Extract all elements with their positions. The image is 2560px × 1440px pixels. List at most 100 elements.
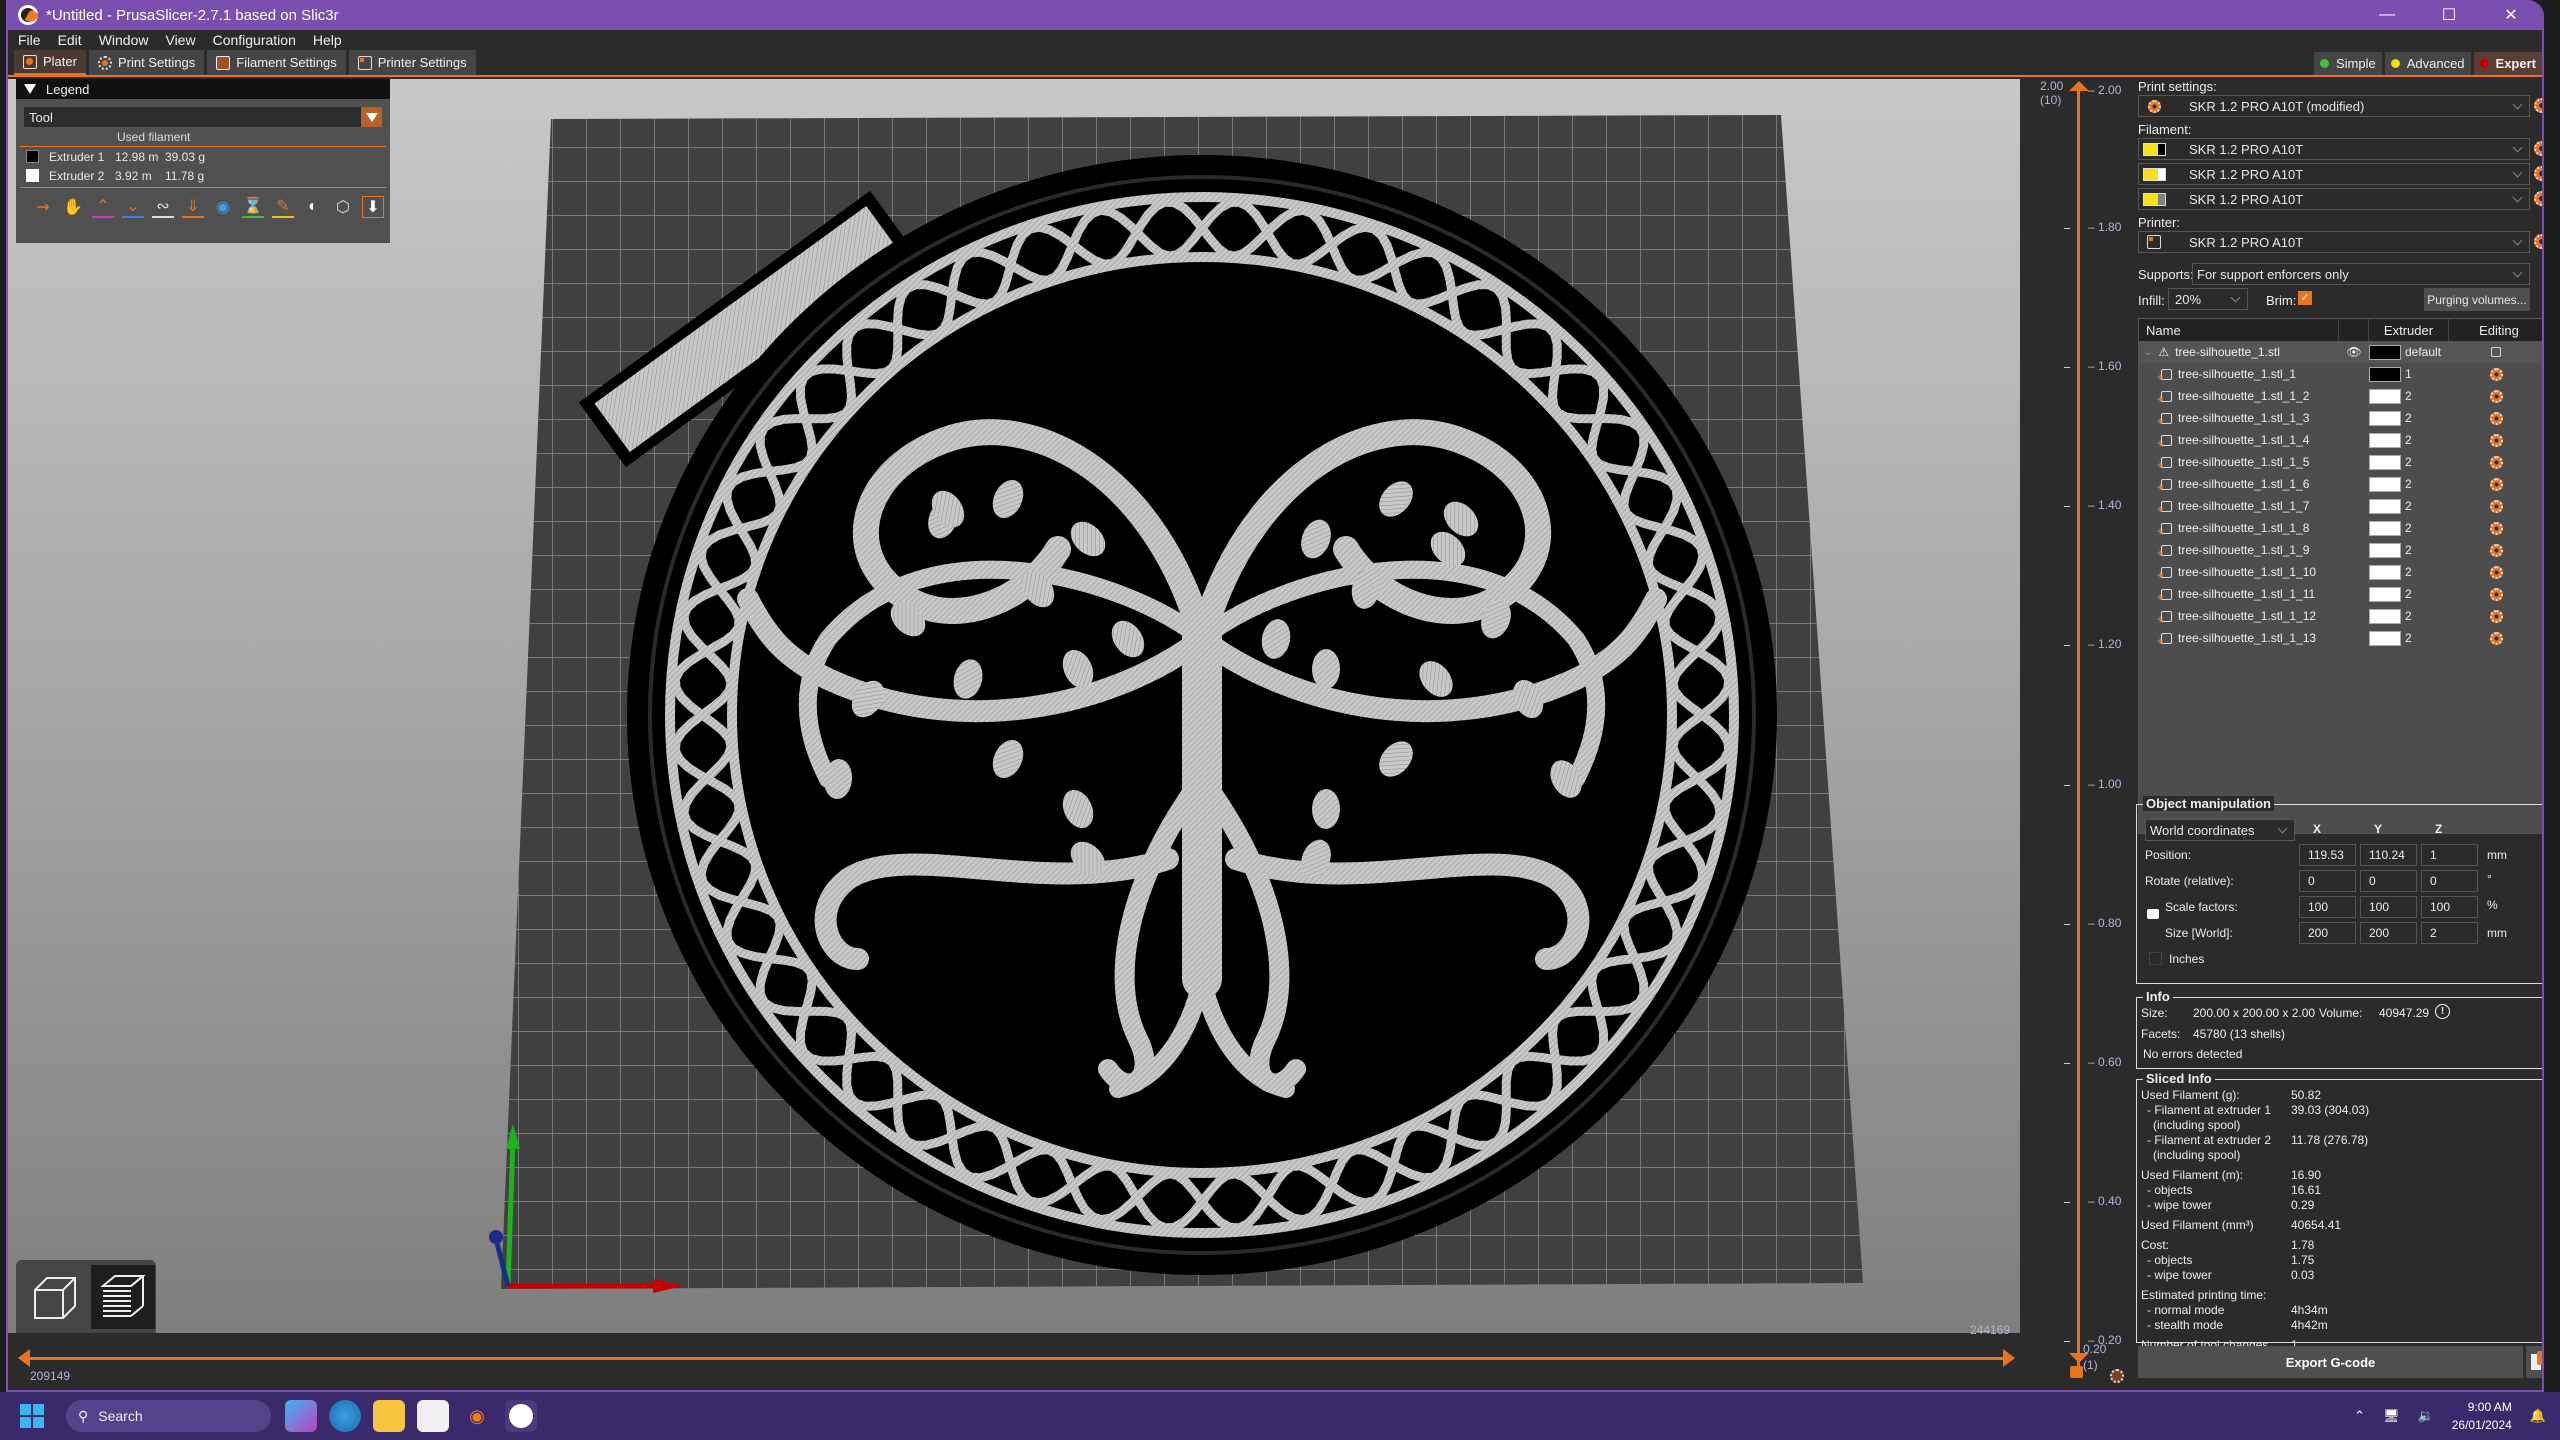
extruder-color-swatch[interactable]: [2369, 520, 2401, 536]
3d-view-button[interactable]: [23, 1265, 87, 1329]
scale-y-input[interactable]: 100: [2360, 896, 2417, 918]
brim-checkbox[interactable]: ✓: [2298, 291, 2312, 305]
part-row[interactable]: tree-silhouette_1.stl_1_12 2: [2139, 605, 2542, 627]
filament-combo-3[interactable]: SKR 1.2 PRO A10T: [2138, 188, 2530, 210]
scale-z-input[interactable]: 100: [2421, 896, 2478, 918]
part-settings-cog-icon[interactable]: [2489, 477, 2503, 491]
part-row[interactable]: tree-silhouette_1.stl_1_5 2: [2139, 451, 2542, 473]
file-explorer-icon[interactable]: [373, 1400, 405, 1432]
unlock-icon[interactable]: [2070, 1366, 2083, 1378]
tab-print-settings[interactable]: Print Settings: [88, 50, 205, 75]
part-settings-cog-icon[interactable]: [2489, 367, 2503, 381]
slider-settings-cog-icon[interactable]: [2110, 1369, 2124, 1383]
part-row[interactable]: tree-silhouette_1.stl_1_7 2: [2139, 495, 2542, 517]
color-changes-icon[interactable]: ◉: [212, 196, 234, 218]
windows-start-icon[interactable]: [20, 1404, 44, 1428]
object-row[interactable]: ⌄ ⚠ tree-silhouette_1.stl 👁 default: [2139, 341, 2542, 363]
part-row[interactable]: tree-silhouette_1.stl_1_3 2: [2139, 407, 2542, 429]
column-extruder[interactable]: Extruder: [2369, 319, 2449, 341]
position-y-input[interactable]: 110.24: [2360, 844, 2417, 866]
part-settings-cog-icon[interactable]: [2489, 389, 2503, 403]
extruder-color-swatch[interactable]: [2369, 608, 2401, 624]
network-icon[interactable]: 🖥: [2383, 1408, 2400, 1424]
horizontal-slider-track[interactable]: [23, 1357, 2013, 1360]
retractions-icon[interactable]: ⌃: [92, 196, 114, 218]
edge-app-icon[interactable]: [329, 1400, 361, 1432]
extruder-color-swatch[interactable]: [2369, 542, 2401, 558]
part-settings-cog-icon[interactable]: [2489, 455, 2503, 469]
menu-edit[interactable]: Edit: [58, 32, 82, 48]
prusaslicer-app-icon[interactable]: [505, 1400, 537, 1432]
column-editing[interactable]: Editing: [2449, 319, 2542, 341]
volume-icon[interactable]: 🔉: [2418, 1408, 2434, 1424]
part-settings-cog-icon[interactable]: [2489, 587, 2503, 601]
3d-preview-canvas[interactable]: [8, 79, 2020, 1333]
extruder-color-swatch[interactable]: [2369, 410, 2401, 426]
extruder-color-swatch[interactable]: [2369, 388, 2401, 404]
size-z-input[interactable]: 2: [2421, 922, 2478, 944]
view-type-dropdown[interactable]: Tool: [24, 107, 382, 127]
filament-combo-1[interactable]: SKR 1.2 PRO A10T: [2138, 138, 2530, 160]
center-of-gravity-icon[interactable]: ◐: [302, 196, 324, 218]
lock-icon[interactable]: [2147, 909, 2159, 919]
expand-chevron-icon[interactable]: ⌄: [2144, 347, 2152, 358]
tab-filament-settings[interactable]: Filament Settings: [207, 50, 346, 75]
part-row[interactable]: tree-silhouette_1.stl_1_4 2: [2139, 429, 2542, 451]
deretractions-icon[interactable]: ⌄: [122, 196, 144, 218]
mode-advanced-button[interactable]: Advanced: [2384, 52, 2471, 75]
part-row[interactable]: tree-silhouette_1.stl_1_10 2: [2139, 561, 2542, 583]
wipe-icon[interactable]: ✋: [62, 196, 84, 218]
size-x-input[interactable]: 200: [2299, 922, 2356, 944]
edit-object-icon[interactable]: [2461, 347, 2531, 357]
layer-slider-track[interactable]: [2077, 89, 2080, 1369]
size-y-input[interactable]: 200: [2360, 922, 2417, 944]
menu-view[interactable]: View: [165, 32, 195, 48]
position-z-input[interactable]: 1: [2421, 844, 2478, 866]
part-settings-cog-icon[interactable]: [2489, 565, 2503, 579]
extruder-color-swatch[interactable]: [2369, 366, 2401, 382]
taskbar-search[interactable]: ⚲ Search: [66, 1400, 271, 1432]
extruder-color-swatch[interactable]: [2369, 344, 2401, 360]
custom-gcode-icon[interactable]: ✎: [272, 196, 294, 218]
print-profile-combo[interactable]: SKR 1.2 PRO A10T (modified): [2138, 95, 2530, 117]
rotate-x-input[interactable]: 0: [2299, 870, 2356, 892]
part-settings-cog-icon[interactable]: [2489, 543, 2503, 557]
mode-expert-button[interactable]: Expert: [2473, 52, 2542, 75]
microsoft-store-icon[interactable]: [417, 1400, 449, 1432]
menu-help[interactable]: Help: [313, 32, 342, 48]
menu-window[interactable]: Window: [99, 32, 149, 48]
info-warning-icon[interactable]: !: [2435, 1004, 2450, 1019]
part-settings-cog-icon[interactable]: [2489, 411, 2503, 425]
extruder-color-swatch[interactable]: [2369, 630, 2401, 646]
pause-icon[interactable]: ⌛: [242, 196, 264, 218]
coordinates-combo[interactable]: World coordinates: [2145, 819, 2295, 841]
extruder-color-swatch[interactable]: [2369, 586, 2401, 602]
tab-plater[interactable]: Plater: [14, 50, 86, 75]
tool-marker-icon[interactable]: ⬇: [362, 196, 384, 218]
tab-printer-settings[interactable]: Printer Settings: [348, 50, 476, 75]
notifications-bell-icon[interactable]: 🔔: [2530, 1408, 2546, 1424]
seams-icon[interactable]: ∾: [152, 196, 174, 218]
shells-icon[interactable]: ⬡: [332, 196, 354, 218]
preview-view-button[interactable]: [91, 1265, 155, 1329]
part-row[interactable]: tree-silhouette_1.stl_1_11 2: [2139, 583, 2542, 605]
position-x-input[interactable]: 119.53: [2299, 844, 2356, 866]
filament-combo-2[interactable]: SKR 1.2 PRO A10T: [2138, 163, 2530, 185]
part-settings-cog-icon[interactable]: [2489, 499, 2503, 513]
horizontal-slider-left-thumb[interactable]: [18, 1349, 30, 1367]
part-row[interactable]: tree-silhouette_1.stl_1_9 2: [2139, 539, 2542, 561]
layer-slider-top-thumb[interactable]: [2069, 81, 2089, 91]
extruder-color-swatch[interactable]: [2369, 454, 2401, 470]
edit-filament-icon[interactable]: [2534, 191, 2542, 206]
inches-checkbox[interactable]: [2149, 952, 2162, 965]
part-settings-cog-icon[interactable]: [2489, 609, 2503, 623]
export-to-sd-button[interactable]: [2526, 1346, 2542, 1378]
menu-configuration[interactable]: Configuration: [213, 32, 296, 48]
blender-app-icon[interactable]: ◉: [461, 1400, 493, 1432]
edit-filament-icon[interactable]: [2534, 141, 2542, 156]
part-row[interactable]: tree-silhouette_1.stl_1_2 2: [2139, 385, 2542, 407]
export-gcode-button[interactable]: Export G-code: [2138, 1346, 2523, 1378]
extruder-color-swatch[interactable]: [2369, 564, 2401, 580]
horizontal-slider-right-thumb[interactable]: [2003, 1349, 2015, 1367]
part-settings-cog-icon[interactable]: [2489, 521, 2503, 535]
